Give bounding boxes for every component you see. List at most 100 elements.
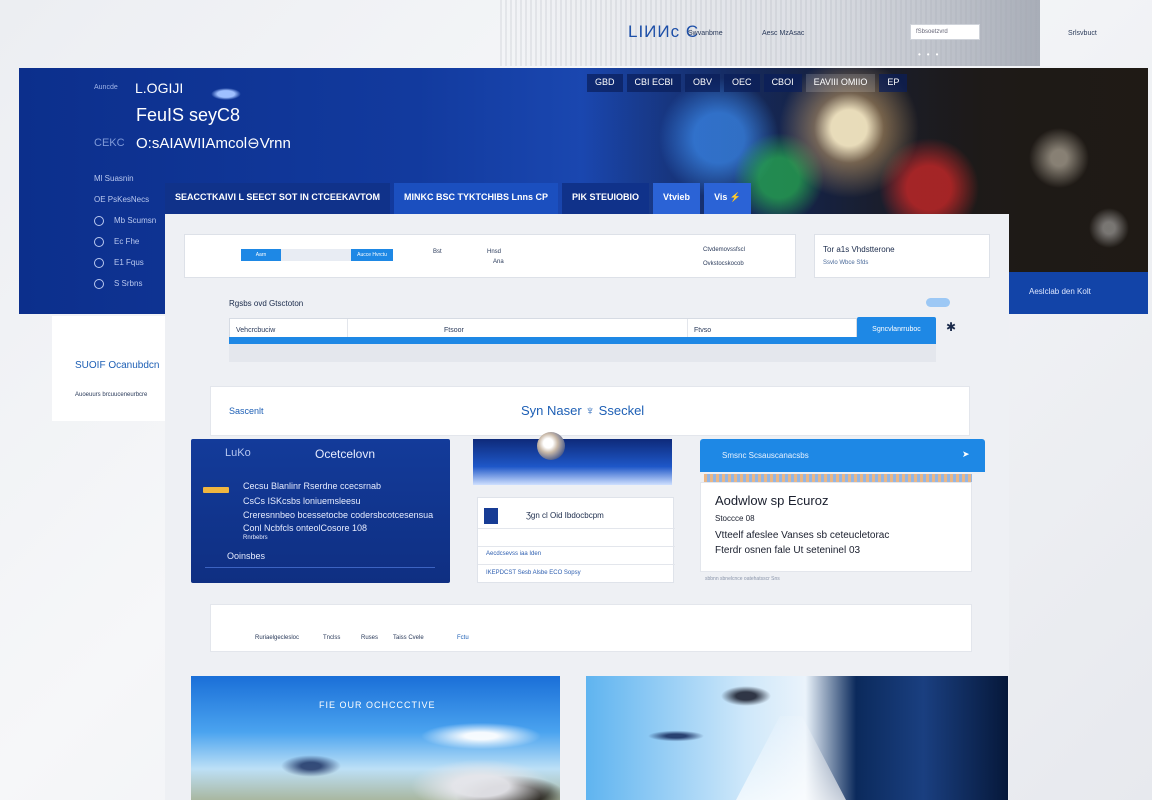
mid-card-title: Ʒgn cl Oid Ibdocbcpm	[526, 511, 604, 520]
hero-subheadline: O:sAIAWIIAmcol⊖Vrnn	[136, 135, 291, 152]
hero-headline-prefix: CEKC	[94, 137, 125, 149]
dark-card-title: Ocetcelovn	[315, 447, 376, 461]
toolbar-button-primary[interactable]: Aarn	[241, 249, 281, 261]
section-header: Sascenlt Syn Naser ♆ Sseckel	[210, 386, 970, 436]
hero-small-label: Auncde	[94, 84, 118, 91]
toolbar-label: Bst	[433, 249, 442, 255]
right-card-header-title: Smsnc Scsauscanacsbs	[722, 451, 809, 460]
right-card-line: Aodwlow sp Ecuroz	[715, 493, 829, 508]
hero-nav-item[interactable]: OE PsKesNecs	[94, 189, 156, 210]
right-card-footnote: sbbnn sbnelcnce oatehatsscr Sns	[705, 576, 780, 582]
hero-menu-item[interactable]: GBD	[587, 74, 623, 92]
tab-4[interactable]: Vtvieb	[653, 183, 701, 214]
document-icon	[484, 508, 498, 524]
circle-icon	[94, 215, 104, 226]
hero-nav-item[interactable]: S Srbns	[94, 273, 156, 294]
toolbar: Aarn Aucce Hvrctu Bst Hnsd Ana Ctvdemovs…	[184, 234, 796, 278]
tab-2[interactable]: MINKC BSC TYKTCHIBS Lnns CP	[394, 183, 559, 214]
hero-nav-list: Ml Suasnin OE PsKesNecs Mb Scumsn Ec Fhe…	[94, 168, 156, 294]
hero-menu-item[interactable]: OEC	[724, 74, 760, 92]
mid-card-row[interactable]: Aecdcsevss iaa Iden	[486, 551, 541, 557]
stat-item[interactable]: Tnclss	[323, 635, 340, 641]
arrow-icon[interactable]: ➤	[962, 449, 970, 460]
divider	[478, 546, 675, 547]
hero-nav-item[interactable]: E1 Fqus	[94, 252, 156, 273]
stat-item[interactable]: Taiss Cvele	[393, 635, 424, 641]
hero-menu-item[interactable]: OBV	[685, 74, 721, 92]
cloud-icon	[211, 88, 241, 100]
tab-3[interactable]: PIK STEUIOBIO	[562, 183, 650, 214]
toolbar-info: Tor a1s Vhdstterone Ssvlo Wbce Sfds	[814, 234, 990, 278]
mid-card-image	[473, 439, 672, 485]
circle-icon	[94, 236, 104, 247]
right-card-line: Vtteelf afeslee Vanses sb ceteucletorac	[715, 530, 890, 541]
circle-icon	[94, 257, 104, 268]
search-label: Rgsbs ovd Gtsctoton	[229, 299, 304, 308]
top-right-link[interactable]: Srlsvbuct	[1068, 30, 1097, 37]
feature-image-caption: FIE OUR OCHCCCTIVE	[319, 700, 436, 710]
toolbar-label: Ana	[493, 259, 504, 265]
search-button[interactable]: Sgncvlanrruboc	[857, 317, 936, 343]
right-card: Aodwlow sp Ecuroz Stoccce 08 Vtteelf afe…	[700, 482, 972, 572]
feature-image-left[interactable]: FIE OUR OCHCCCTIVE	[191, 676, 560, 800]
hero-nav-item[interactable]: Ec Fhe	[94, 231, 156, 252]
toolbar-info-sub: Ssvlo Wbce Sfds	[823, 260, 869, 266]
dark-card-prefix: LuKo	[225, 447, 251, 459]
hero-band-text: Aeslclab den Kolt	[1029, 287, 1091, 296]
top-nav-links[interactable]: Aesc MzAsac	[762, 30, 804, 37]
stat-item[interactable]: Ruses	[361, 635, 378, 641]
dark-card-item[interactable]: Cecsu Blanlinr Rserdne ccecsrnab	[243, 481, 381, 491]
tab-1[interactable]: SEACCTKAIVI L SEECT SOT IN CTCEEKAVTOM	[165, 183, 391, 214]
divider	[478, 564, 675, 565]
tab-5[interactable]: Vis ⚡	[704, 183, 752, 214]
toolbar-button-secondary[interactable]: Aucce Hvrctu	[351, 249, 393, 261]
globe-icon	[537, 432, 565, 460]
dark-card[interactable]: LuKo Ocetcelovn Cecsu Blanlinr Rserdne c…	[191, 439, 450, 583]
dark-card-item[interactable]: Ooinsbes	[227, 551, 265, 561]
right-card-header[interactable]: Smsnc Scsauscanacsbs ➤	[700, 439, 985, 472]
hero-menu-item[interactable]: CBOI	[763, 74, 802, 92]
login-link[interactable]: L.OGIJI	[135, 80, 183, 96]
toolbar-label: Hnsd	[487, 249, 502, 255]
toolbar-label: Ovkstocskocob	[703, 261, 744, 267]
hero-menu-item[interactable]: EAVIII OMIIO	[805, 74, 876, 92]
hero-menu: GBD CBI ECBI OBV OEC CBOI EAVIII OMIIO E…	[587, 74, 908, 92]
side-widget-subtitle: Auoeuurs brcuuceneurbcre	[75, 392, 148, 398]
hero-nav-item[interactable]: Ml Suasnin	[94, 168, 156, 189]
side-widget-title: SUOIF Ocanubdcn	[75, 360, 160, 371]
light-beam	[736, 716, 846, 800]
tab-strip: SEACCTKAIVI L SEECT SOT IN CTCEEKAVTOM M…	[165, 183, 1009, 214]
dark-card-item[interactable]: Conl Ncbfcls onteolCosore 108	[243, 523, 367, 533]
right-card-stripe	[704, 474, 972, 482]
top-bar-dots: •••	[918, 50, 945, 59]
mid-card[interactable]: Ʒgn cl Oid Ibdocbcpm Aecdcsevss iaa Iden…	[477, 497, 675, 583]
section-left-label[interactable]: Sascenlt	[229, 406, 264, 416]
hero-menu-item[interactable]: CBI ECBI	[626, 74, 682, 92]
search-progress	[229, 337, 936, 344]
bug-icon[interactable]: ✱	[946, 320, 956, 334]
top-bar: LIИИc C Swvanbme Aesc MzAsac fSbsoetzvrd…	[0, 0, 1152, 66]
section-title: Syn Naser ♆ Sseckel	[521, 403, 645, 418]
top-search-input[interactable]: fSbsoetzvrd	[910, 24, 980, 40]
side-widget: SUOIF Ocanubdcn Auoeuurs brcuuceneurbcre	[52, 316, 165, 421]
right-card-line: Fterdr osnen fale Ut seteninel 03	[715, 545, 861, 556]
stat-item[interactable]: Ruriaelgeclesloc	[255, 635, 299, 641]
toolbar-label: Ctvdemovssfscl	[703, 247, 746, 253]
feature-image-right[interactable]	[586, 676, 1008, 800]
toggle-pill[interactable]	[926, 298, 950, 307]
stats-row: Ruriaelgeclesloc Tnclss Ruses Taiss Cvel…	[210, 604, 972, 652]
divider	[478, 528, 675, 529]
dark-card-item[interactable]: CsCs ISKcsbs loniuemsleesu	[243, 496, 361, 506]
bullet-marker	[203, 487, 229, 493]
hero-headline: FeuIS seyC8	[136, 105, 241, 125]
hero-menu-item[interactable]: EP	[879, 74, 908, 92]
mid-card-row[interactable]: IKEPDCST Sesb Alsbe ECO Sopsy	[486, 570, 581, 576]
dark-card-item[interactable]: Creresnnbeo bcessetocbe codersbcotcesens…	[243, 510, 433, 520]
toolbar-info-title: Tor a1s Vhdstterone	[823, 245, 895, 254]
dark-card-divider	[205, 567, 435, 568]
dark-card-item[interactable]: Rnrbebrs	[243, 535, 268, 541]
stat-item[interactable]: Fctu	[457, 635, 469, 641]
circle-icon	[94, 278, 104, 289]
hero-nav-item[interactable]: Mb Scumsn	[94, 210, 156, 231]
brand-subtitle: Swvanbme	[688, 30, 723, 37]
